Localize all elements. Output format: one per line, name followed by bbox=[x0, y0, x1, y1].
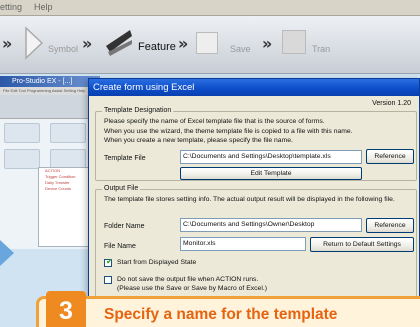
dialog-title: Create form using Excel bbox=[89, 79, 419, 96]
step-number-badge: 3 bbox=[46, 291, 86, 327]
template-designation-legend: Template Designation bbox=[102, 107, 174, 114]
no-save-label: Do not save the output file when ACTION … bbox=[117, 275, 267, 293]
tree-item[interactable]: Device Counts bbox=[39, 186, 95, 192]
menu-setting[interactable]: etting bbox=[0, 2, 22, 12]
template-description-line: Please specify the name of Excel templat… bbox=[104, 118, 325, 125]
background-cell bbox=[4, 123, 40, 143]
output-file-legend: Output File bbox=[102, 185, 141, 192]
transfer-icon bbox=[282, 30, 306, 54]
no-save-checkbox[interactable] bbox=[104, 276, 112, 284]
start-displayed-checkbox[interactable]: ✔ bbox=[104, 257, 113, 267]
folder-name-label: Folder Name bbox=[104, 223, 145, 230]
background-cell bbox=[50, 123, 86, 143]
template-description: Please specify the name of Excel templat… bbox=[104, 117, 353, 146]
background-app-window: Pro-Studio EX - [...] File Edit Tool Pro… bbox=[0, 76, 100, 249]
save-icon bbox=[196, 32, 218, 54]
file-name-input[interactable]: Monitor.xls bbox=[180, 237, 306, 251]
edit-template-button[interactable]: Edit Template bbox=[180, 167, 362, 180]
template-reference-button[interactable]: Reference bbox=[366, 149, 414, 164]
chevron-right-icon: » bbox=[2, 34, 13, 53]
chevron-right-icon: » bbox=[82, 34, 93, 53]
feature-tool-icon bbox=[106, 30, 132, 56]
background-toolbar: » Symbol » Feature » Save » Tran bbox=[0, 16, 420, 74]
background-app-body: ACTION Trigger Condition Daily Transfer … bbox=[0, 119, 100, 249]
create-form-dialog: Create form using Excel Version 1.20 Tem… bbox=[88, 78, 420, 327]
background-cell bbox=[50, 149, 86, 169]
no-save-label-line: Do not save the output file when ACTION … bbox=[117, 276, 259, 283]
checkmark-icon: ✔ bbox=[106, 257, 113, 266]
return-default-settings-button[interactable]: Return to Default Settings bbox=[310, 237, 414, 252]
file-name-label: File Name bbox=[104, 243, 136, 250]
toolbar-step-save[interactable]: Save bbox=[230, 44, 251, 54]
callout-text: Specify a name for the template bbox=[104, 306, 338, 323]
toolbar-step-transfer[interactable]: Tran bbox=[312, 44, 330, 54]
template-file-input[interactable]: C:\Documents and Settings\Desktop\templa… bbox=[180, 150, 362, 164]
background-app-toolbar bbox=[0, 95, 100, 119]
background-menubar: etting Help bbox=[0, 0, 420, 16]
menu-help[interactable]: Help bbox=[34, 2, 53, 12]
no-save-label-line: (Please use the Save or Save by Macro of… bbox=[117, 285, 267, 292]
play-icon bbox=[25, 26, 44, 60]
template-designation-group: Template Designation Please specify the … bbox=[95, 107, 417, 181]
folder-name-input[interactable]: C:\Documents and Settings\Owner\Desktop bbox=[180, 218, 362, 232]
pointer-arrow-icon bbox=[0, 240, 14, 266]
start-displayed-label: Start from Displayed State bbox=[117, 259, 197, 266]
toolbar-step-feature[interactable]: Feature bbox=[138, 41, 176, 53]
template-description-line: When you create a new template, please s… bbox=[104, 137, 293, 144]
start-displayed-checkbox-row[interactable]: ✔ Start from Displayed State bbox=[104, 257, 404, 269]
chevron-right-icon: » bbox=[262, 34, 273, 53]
chevron-right-icon: » bbox=[178, 34, 189, 53]
template-description-line: When you use the wizard, the theme templ… bbox=[104, 127, 353, 135]
folder-reference-button[interactable]: Reference bbox=[366, 218, 414, 233]
version-label: Version 1.20 bbox=[372, 100, 411, 107]
no-save-checkbox-row[interactable]: Do not save the output file when ACTION … bbox=[104, 276, 404, 296]
output-description: The template file stores setting info. T… bbox=[104, 196, 395, 203]
background-app-menu: File Edit Tool Programming Assist Settin… bbox=[0, 87, 100, 95]
background-cell bbox=[4, 149, 40, 169]
background-app-title: Pro-Studio EX - [...] bbox=[0, 76, 100, 87]
template-file-label: Template File bbox=[104, 155, 146, 162]
toolbar-step-symbol[interactable]: Symbol bbox=[48, 44, 78, 54]
